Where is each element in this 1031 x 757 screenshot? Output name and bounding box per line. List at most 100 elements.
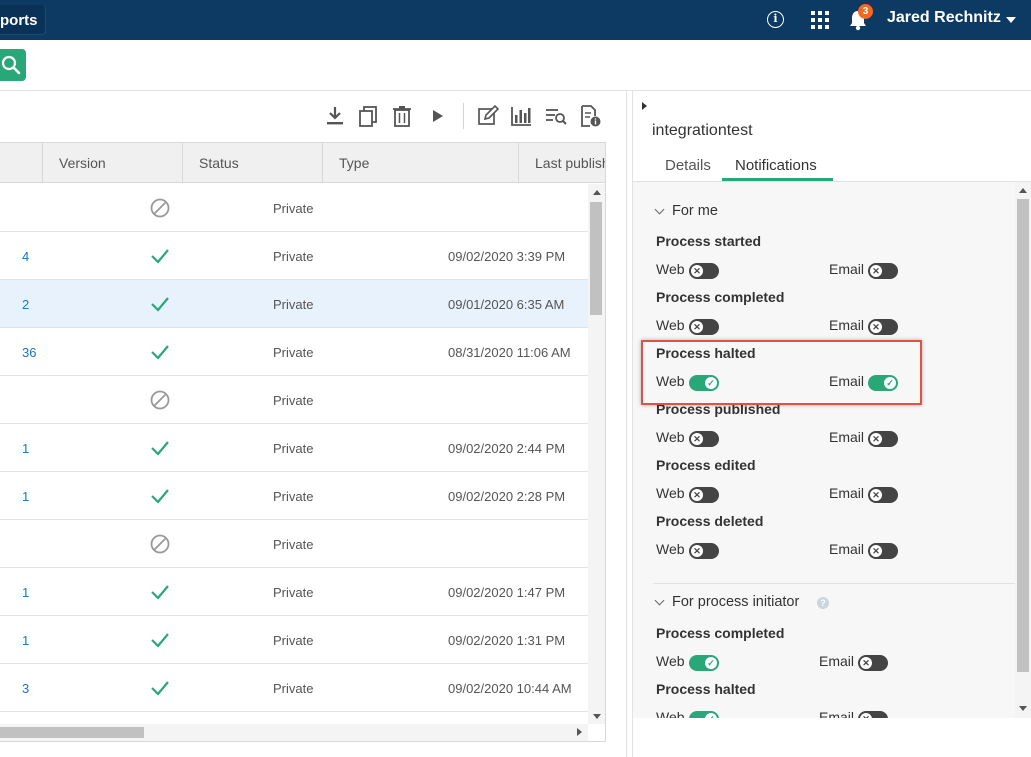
notification-label-process-completed: Process completed bbox=[656, 289, 785, 305]
version-link[interactable]: 3 bbox=[22, 681, 29, 696]
scroll-up-arrow-icon[interactable] bbox=[1019, 188, 1027, 193]
column-separator bbox=[518, 143, 519, 183]
scrollbar-thumb[interactable] bbox=[590, 202, 602, 315]
email-toggle-process-edited[interactable]: ✕ bbox=[868, 487, 898, 503]
email-toggle-process-completed[interactable]: ✕ bbox=[868, 319, 898, 335]
web-toggle-process-completed[interactable]: ✕ bbox=[689, 319, 719, 335]
web-label: Web bbox=[656, 261, 685, 277]
type-cell: Private bbox=[273, 489, 314, 504]
bar-chart-icon[interactable] bbox=[509, 104, 533, 128]
scroll-down-arrow-icon[interactable] bbox=[1019, 706, 1027, 711]
table-row[interactable]: 1 Private 09/02/2020 1:47 PM bbox=[0, 568, 588, 616]
email-toggle-process-halted[interactable]: ✕ bbox=[858, 711, 888, 718]
column-header-last-published[interactable]: Last publish bbox=[535, 155, 605, 171]
scroll-up-arrow-icon[interactable] bbox=[593, 190, 601, 195]
column-separator bbox=[42, 143, 43, 183]
scroll-down-arrow-icon[interactable] bbox=[593, 714, 601, 719]
email-toggle-process-started[interactable]: ✕ bbox=[868, 263, 898, 279]
version-link[interactable]: 2 bbox=[22, 297, 29, 312]
web-label: Web bbox=[656, 429, 685, 445]
last-published-cell: 09/02/2020 3:39 PM bbox=[448, 249, 566, 264]
scrollbar-thumb[interactable] bbox=[1017, 199, 1029, 672]
web-toggle-process-edited[interactable]: ✕ bbox=[689, 487, 719, 503]
column-header-version[interactable]: Version bbox=[59, 155, 106, 171]
download-icon[interactable] bbox=[323, 104, 347, 128]
collapse-panel-icon[interactable] bbox=[642, 102, 647, 110]
close-icon: ✕ bbox=[870, 433, 882, 445]
column-header-type[interactable]: Type bbox=[339, 155, 369, 171]
chevron-down-icon[interactable] bbox=[1006, 17, 1016, 23]
tab-details[interactable]: Details bbox=[665, 157, 711, 174]
email-toggle-process-deleted[interactable]: ✕ bbox=[868, 543, 898, 559]
trash-icon[interactable] bbox=[390, 104, 414, 128]
table-horizontal-scrollbar[interactable] bbox=[0, 724, 588, 741]
type-cell: Private bbox=[273, 585, 314, 600]
user-menu-name[interactable]: Jared Rechnitz bbox=[887, 9, 1001, 27]
version-link[interactable]: 1 bbox=[22, 585, 29, 600]
last-published-cell: 09/02/2020 2:44 PM bbox=[448, 441, 566, 456]
version-link[interactable]: 1 bbox=[22, 633, 29, 648]
disabled-icon bbox=[150, 534, 170, 554]
edit-icon[interactable] bbox=[476, 104, 500, 128]
email-label: Email bbox=[829, 429, 865, 445]
search-button[interactable] bbox=[0, 49, 26, 81]
close-icon: ✕ bbox=[870, 265, 882, 277]
last-published-cell: 08/31/2020 11:06 AM bbox=[448, 345, 571, 360]
web-toggle-process-started[interactable]: ✕ bbox=[689, 263, 719, 279]
section-heading-for-process-initiator[interactable]: For process initiator bbox=[672, 594, 799, 610]
table-row[interactable]: 36 Private 08/31/2020 11:06 AM bbox=[0, 328, 588, 376]
panel-vertical-scrollbar[interactable] bbox=[1015, 182, 1031, 718]
scrollbar-thumb[interactable] bbox=[0, 727, 144, 738]
table-vertical-scrollbar[interactable] bbox=[588, 184, 605, 724]
email-label: Email bbox=[829, 261, 865, 277]
top-navigation-bar: ports i 3 Jared Rechnitz bbox=[0, 0, 1031, 40]
version-link[interactable]: 4 bbox=[22, 249, 29, 264]
table-header: Version Status Type Last publish bbox=[0, 143, 605, 183]
last-published-cell: 09/01/2020 6:35 AM bbox=[448, 297, 565, 312]
version-link[interactable]: 1 bbox=[22, 441, 29, 456]
panel-divider[interactable] bbox=[626, 91, 627, 757]
help-icon[interactable]: ? bbox=[817, 597, 829, 609]
table-row[interactable]: 1 Private 09/02/2020 2:44 PM bbox=[0, 424, 588, 472]
table-row[interactable]: Private bbox=[0, 520, 588, 568]
tab-notifications[interactable]: Notifications bbox=[735, 157, 817, 174]
web-label: Web bbox=[656, 485, 685, 501]
play-icon[interactable] bbox=[425, 104, 449, 128]
document-info-icon[interactable] bbox=[578, 104, 602, 128]
table-row[interactable]: 2 Private 09/01/2020 6:35 AM bbox=[0, 280, 588, 328]
chevron-down-icon[interactable] bbox=[654, 595, 665, 606]
version-link[interactable]: 1 bbox=[22, 489, 29, 504]
web-toggle-process-published[interactable]: ✕ bbox=[689, 431, 719, 447]
table-row[interactable]: 1 Private 09/02/2020 2:28 PM bbox=[0, 472, 588, 520]
table-row[interactable]: 3 Private 09/02/2020 10:44 AM bbox=[0, 664, 588, 712]
type-cell: Private bbox=[273, 297, 314, 312]
type-cell: Private bbox=[273, 345, 314, 360]
apps-grid-icon[interactable] bbox=[811, 11, 829, 29]
close-icon: ✕ bbox=[691, 433, 703, 445]
check-icon bbox=[151, 681, 169, 696]
table-row[interactable]: Private bbox=[0, 376, 588, 424]
email-toggle-process-published[interactable]: ✕ bbox=[868, 431, 898, 447]
email-toggle-process-completed[interactable]: ✕ bbox=[858, 655, 888, 671]
table-row[interactable]: 1 Private 09/02/2020 1:31 PM bbox=[0, 616, 588, 664]
section-heading-for-me[interactable]: For me bbox=[672, 203, 718, 219]
close-icon: ✕ bbox=[691, 545, 703, 557]
list-search-icon[interactable] bbox=[544, 104, 568, 128]
email-label: Email bbox=[819, 709, 855, 718]
web-toggle-process-halted[interactable]: ✓ bbox=[689, 711, 719, 718]
reports-tab[interactable]: ports bbox=[0, 5, 46, 35]
info-icon[interactable]: i bbox=[767, 11, 784, 28]
type-cell: Private bbox=[273, 201, 314, 216]
web-toggle-process-completed[interactable]: ✓ bbox=[689, 655, 719, 671]
column-header-status[interactable]: Status bbox=[199, 155, 239, 171]
chevron-down-icon[interactable] bbox=[654, 204, 665, 215]
table-row[interactable]: Private bbox=[0, 184, 588, 232]
scroll-right-arrow-icon[interactable] bbox=[577, 728, 582, 736]
web-toggle-process-deleted[interactable]: ✕ bbox=[689, 543, 719, 559]
notification-label-process-started: Process started bbox=[656, 233, 762, 249]
highlight-annotation-box bbox=[641, 340, 922, 405]
copy-icon[interactable] bbox=[357, 104, 381, 128]
version-link[interactable]: 36 bbox=[22, 345, 36, 360]
table-row[interactable]: 4 Private 09/02/2020 3:39 PM bbox=[0, 232, 588, 280]
close-icon: ✕ bbox=[860, 657, 872, 669]
